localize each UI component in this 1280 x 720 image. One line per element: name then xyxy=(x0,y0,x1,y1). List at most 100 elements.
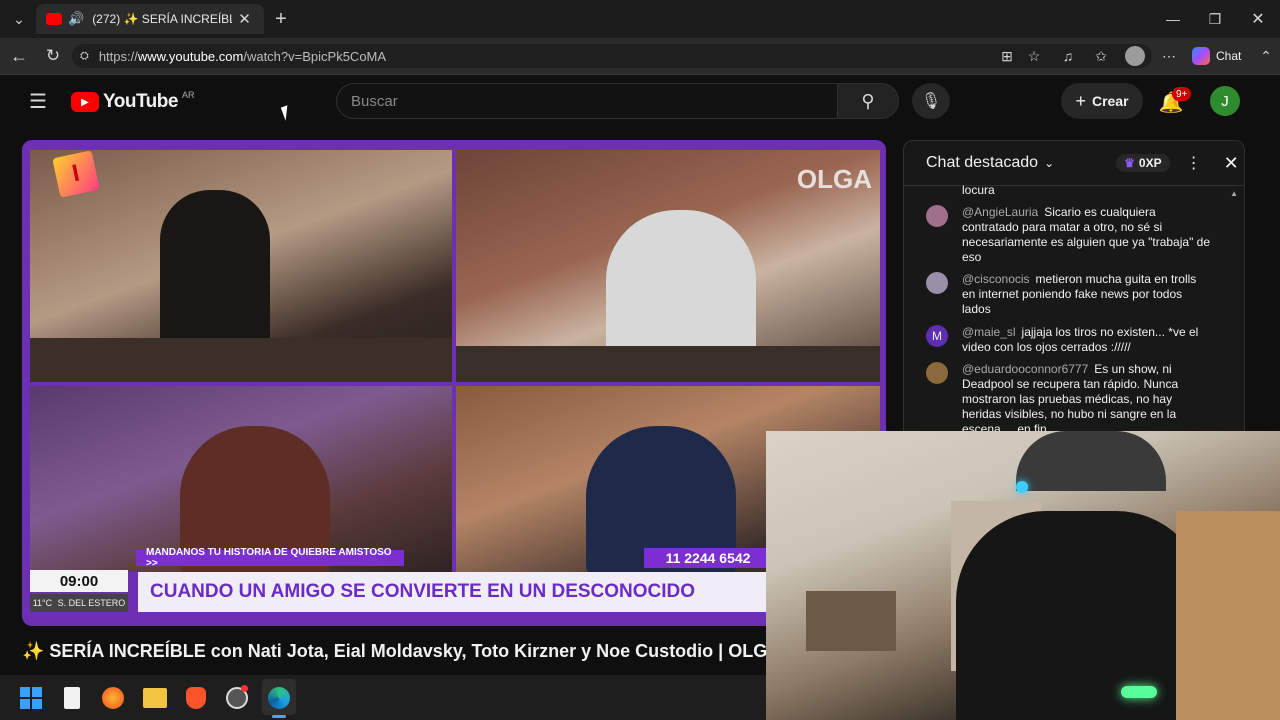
more-menu-icon[interactable]: ⋯ xyxy=(1158,45,1180,67)
copilot-chat-button[interactable]: Chat xyxy=(1192,45,1254,67)
table-surface xyxy=(30,338,452,382)
live-chat-panel: Chat destacado ⌄ ♛ 0XP ⋮ ✕ ▲ locura @Ang… xyxy=(903,140,1245,432)
url-domain: www.youtube.com xyxy=(137,48,244,64)
close-chat-icon[interactable]: ✕ xyxy=(1224,153,1239,174)
weather-strip: 11°C S. DEL ESTERO xyxy=(30,594,128,612)
xp-value: 0XP xyxy=(1138,156,1162,170)
camera-feed-top-right: OLGA xyxy=(456,150,880,382)
chat-message: @cisconocis metieron mucha guita en troll… xyxy=(962,272,1212,317)
chat-message-text: locura xyxy=(962,183,995,197)
broadcast-clock: 09:00 xyxy=(30,570,128,592)
camera-feed-bottom-left xyxy=(30,386,452,572)
edge-browser-icon[interactable] xyxy=(268,687,290,709)
app-install-icon[interactable]: ⊞ xyxy=(996,45,1018,67)
favorites-icon[interactable]: ✩ xyxy=(1090,45,1112,67)
youtube-wordmark: YouTube xyxy=(103,91,178,112)
xp-badge[interactable]: ♛ 0XP xyxy=(1116,154,1170,172)
close-tab-icon[interactable]: ✕ xyxy=(238,10,251,28)
chat-more-options-icon[interactable]: ⋮ xyxy=(1186,153,1202,173)
shelf xyxy=(806,591,896,651)
restore-icon[interactable]: ❐ xyxy=(1204,8,1226,30)
chat-message: @eduardooconnor6777 Es un show, ni Deadpo… xyxy=(962,362,1212,431)
chat-header: Chat destacado ⌄ ♛ 0XP ⋮ ✕ xyxy=(904,141,1244,186)
person-hoodie xyxy=(956,511,1206,720)
plus-icon: + xyxy=(1075,90,1086,111)
olga-watermark: OLGA xyxy=(796,164,872,194)
video-player[interactable]: I OLGA MANDANOS TU HISTORIA DE QUIEBRE A… xyxy=(22,140,886,626)
region-code: AR xyxy=(181,90,195,100)
youtube-logo[interactable]: ▶ YouTube AR xyxy=(71,90,194,114)
webcam-overlay xyxy=(766,431,1280,720)
voice-search-button[interactable]: 🎙 xyxy=(912,83,950,119)
headset-light xyxy=(1016,481,1028,493)
wardrobe xyxy=(1176,511,1280,720)
video-title: ✨ SERÍA INCREÍBLE con Nati Jota, Eial Mo… xyxy=(22,640,772,661)
weather-temperature: 11°C xyxy=(32,598,53,608)
account-avatar[interactable]: J xyxy=(1210,86,1240,116)
brave-browser-icon[interactable] xyxy=(186,687,206,709)
chat-button-label: Chat xyxy=(1216,49,1242,63)
media-player-icon[interactable] xyxy=(102,687,124,709)
new-tab-icon[interactable]: + xyxy=(270,8,292,30)
controller-light xyxy=(1121,686,1157,698)
windows-taskbar xyxy=(0,675,766,720)
chat-author-avatar[interactable]: M xyxy=(926,325,948,347)
active-app-indicator xyxy=(272,715,286,718)
favorite-star-icon[interactable]: ☆ xyxy=(1023,45,1045,67)
show-logo-cube: I xyxy=(52,150,100,198)
hamburger-menu-icon[interactable]: ☰ xyxy=(26,89,50,113)
guest-silhouette xyxy=(606,210,756,360)
url-path: /watch?v=BpicPk5CoMA xyxy=(243,48,387,64)
chat-message: @maie_sl jajjaja los tiros no existen... … xyxy=(962,325,1212,355)
file-explorer-icon[interactable] xyxy=(143,688,167,708)
sidebar-toggle-icon[interactable]: ⌃ xyxy=(1256,45,1276,67)
media-control-icon[interactable]: ♫ xyxy=(1057,45,1079,67)
camera-feed-top-left: I xyxy=(30,150,452,382)
browser-tab[interactable]: 🔊 (272) ✨ SERÍA INCREÍBLE con ✕ xyxy=(36,4,264,34)
table-surface xyxy=(456,346,880,382)
chat-author[interactable]: @AngieLauria xyxy=(962,205,1038,219)
weather-city: S. DEL ESTERO xyxy=(57,598,126,608)
site-info-icon[interactable]: ⛭ xyxy=(80,50,89,63)
windows-start-icon[interactable] xyxy=(20,687,42,709)
microphone-icon: 🎙 xyxy=(920,93,942,110)
banner-phone-number: 11 2244 6542 xyxy=(644,548,772,568)
minimize-icon[interactable]: — xyxy=(1162,8,1184,30)
speaker-icon[interactable]: 🔊 xyxy=(68,11,84,27)
chat-mode-title[interactable]: Chat destacado xyxy=(926,154,1038,172)
search-placeholder: Buscar xyxy=(351,92,398,110)
close-window-icon[interactable]: ✕ xyxy=(1247,8,1269,30)
chat-author[interactable]: @cisconocis xyxy=(962,272,1030,286)
youtube-favicon-icon xyxy=(46,13,62,25)
chat-message: locura xyxy=(962,183,1212,198)
chat-message: @AngieLauria Sicario es cualquiera contra… xyxy=(962,205,1212,265)
document-app-icon[interactable] xyxy=(64,687,80,709)
recording-indicator xyxy=(241,685,248,692)
url-prefix: https:// xyxy=(98,48,138,64)
chat-author-avatar[interactable] xyxy=(926,272,948,294)
create-button[interactable]: + Crear xyxy=(1061,83,1143,119)
chevron-down-icon[interactable]: ⌄ xyxy=(1044,156,1054,170)
tab-title: (272) ✨ SERÍA INCREÍBLE con xyxy=(92,12,232,26)
banner-call-to-action: MANDANOS TU HISTORIA DE QUIEBRE AMISTOSO… xyxy=(136,547,404,569)
scroll-up-arrow-icon[interactable]: ▲ xyxy=(1230,189,1238,198)
search-input[interactable]: Buscar xyxy=(336,83,838,119)
address-field[interactable]: ⛭ https://www.youtube.com/watch?v=BpicPk… xyxy=(72,44,1152,68)
tab-list-chevron-icon[interactable]: ⌄ xyxy=(8,8,30,30)
reload-icon[interactable]: ↻ xyxy=(42,45,64,67)
chat-author[interactable]: @maie_sl xyxy=(962,325,1016,339)
back-arrow-icon[interactable]: ← xyxy=(8,45,30,67)
profile-avatar-icon[interactable] xyxy=(1125,46,1145,66)
search-button[interactable]: ⚲ xyxy=(837,83,899,119)
chat-author-avatar[interactable] xyxy=(926,362,948,384)
create-label: Crear xyxy=(1091,93,1129,109)
host-silhouette xyxy=(160,190,270,350)
person-head xyxy=(1016,431,1166,491)
crown-icon: ♛ xyxy=(1124,156,1135,170)
copilot-icon xyxy=(1192,47,1210,65)
chat-author-avatar[interactable] xyxy=(926,205,948,227)
search-icon: ⚲ xyxy=(861,90,875,111)
chat-author[interactable]: @eduardooconnor6777 xyxy=(962,362,1088,376)
notifications-badge: 9+ xyxy=(1172,87,1192,101)
youtube-play-icon: ▶ xyxy=(71,92,99,112)
